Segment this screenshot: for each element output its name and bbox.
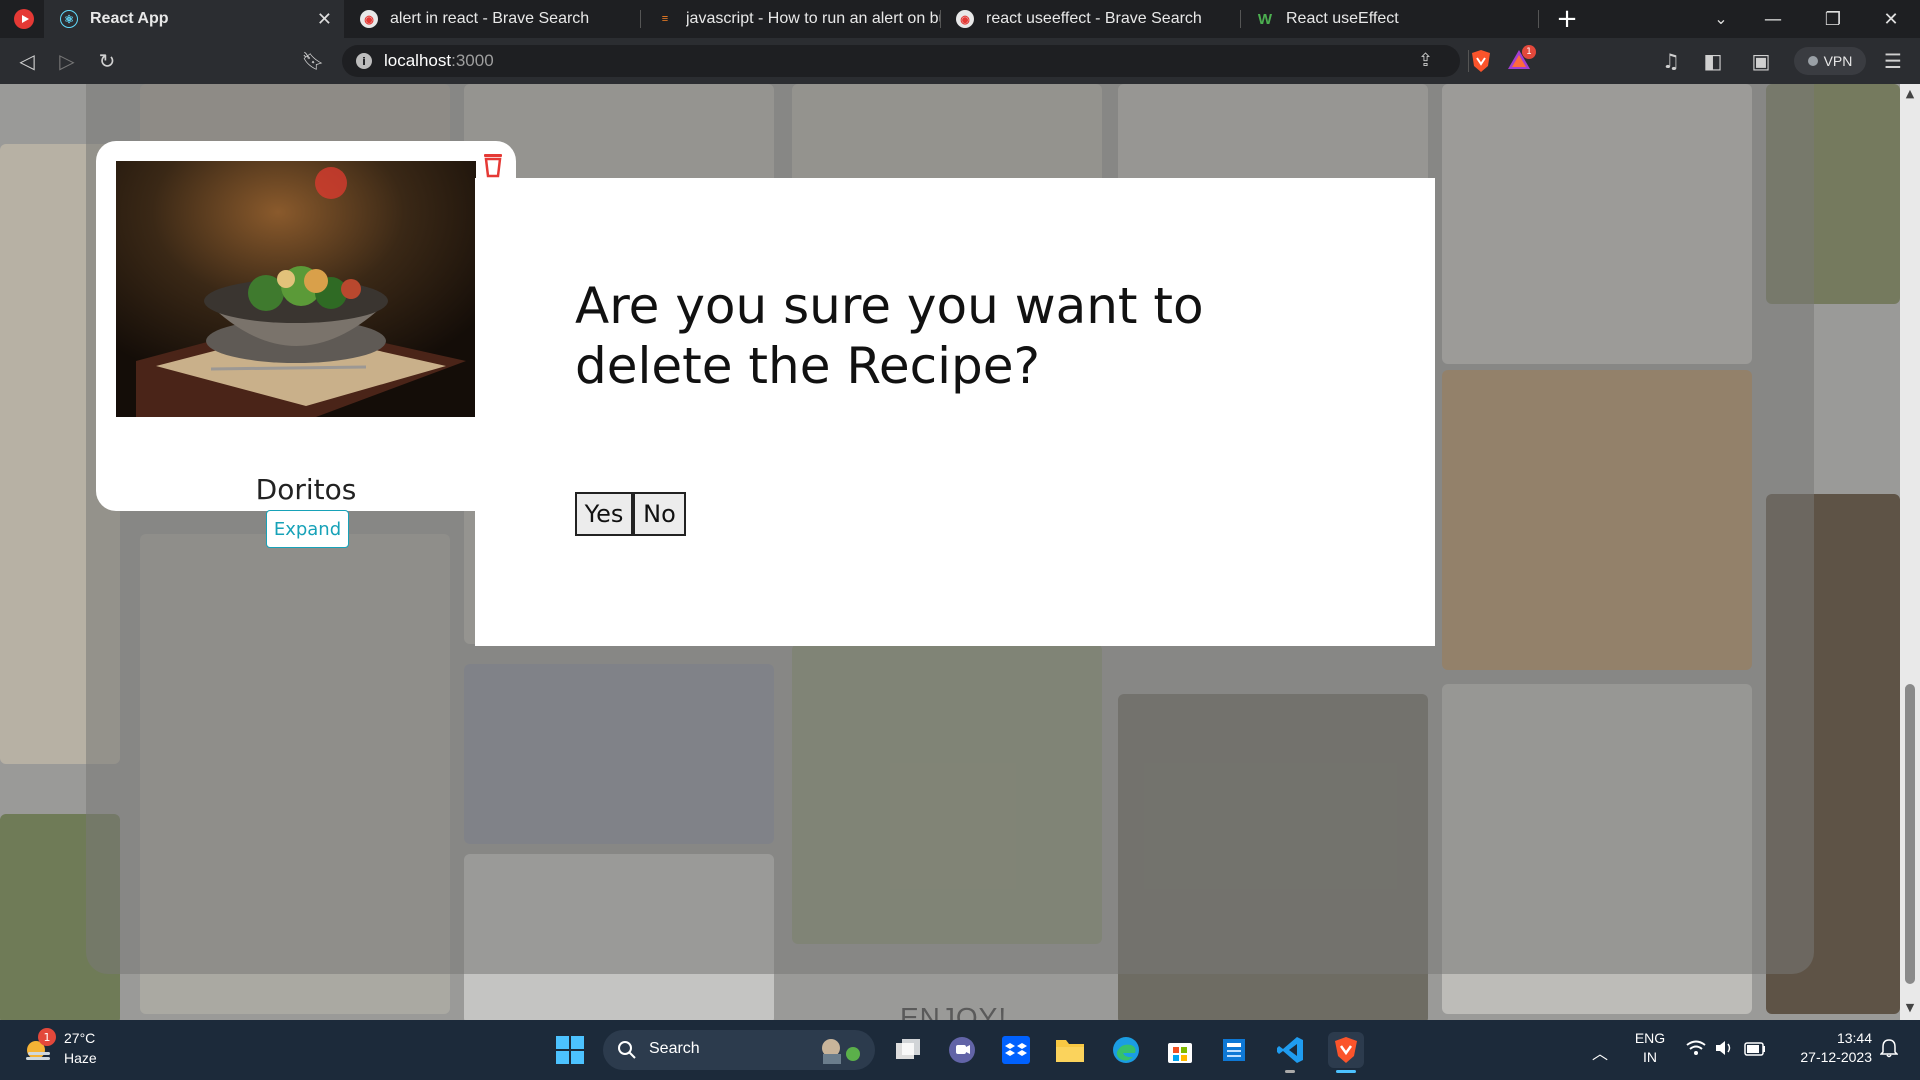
tab-w3schools[interactable]: W React useEffect <box>1240 0 1540 38</box>
new-tab-icon[interactable]: + <box>1552 4 1582 34</box>
search-label: Search <box>649 1040 700 1057</box>
microsoft-store-icon[interactable] <box>1162 1032 1198 1068</box>
language-indicator[interactable]: ENG IN <box>1628 1030 1672 1065</box>
windows-start-icon[interactable] <box>555 1035 585 1065</box>
tab-stackoverflow[interactable]: ≡ javascript - How to run an alert on bu… <box>640 0 940 38</box>
tab-title: javascript - How to run an alert on but <box>686 10 940 27</box>
tab-title: alert in react - Brave Search <box>390 10 590 27</box>
vscode-icon[interactable] <box>1272 1032 1308 1073</box>
recipe-card: Doritos Expand <box>96 141 516 548</box>
close-tab-icon[interactable]: ✕ <box>317 9 332 30</box>
page-scrollbar[interactable]: ▲ ▼ <box>1900 84 1920 1020</box>
file-explorer-icon[interactable] <box>1052 1032 1088 1068</box>
brave-search-icon: ◉ <box>956 10 974 28</box>
scroll-down-icon[interactable]: ▼ <box>1904 1002 1916 1014</box>
back-icon[interactable]: ◁ <box>12 46 42 76</box>
language-line1: ENG <box>1634 1030 1666 1046</box>
site-info-icon[interactable]: i <box>356 53 372 69</box>
vpn-status-icon <box>1807 56 1818 66</box>
brave-shield-icon[interactable] <box>1466 46 1496 76</box>
scroll-thumb[interactable] <box>1905 684 1915 984</box>
footer-text: ENJOY! <box>900 1002 1008 1020</box>
address-bar[interactable]: i localhost:3000 ⇪ <box>342 45 1460 77</box>
clock-time: 13:44 <box>1836 1030 1872 1046</box>
tab-title: React App <box>90 10 169 27</box>
url-text[interactable]: localhost:3000 <box>384 51 494 71</box>
teams-chat-icon[interactable] <box>944 1032 980 1068</box>
weather-badge: 1 <box>38 1028 56 1046</box>
clock-date: 27-12-2023 <box>1800 1049 1872 1065</box>
search-icon <box>618 1041 636 1059</box>
page-viewport: ENJOY! Doritos Expand Are you sure you w… <box>0 84 1900 1020</box>
restore-icon[interactable]: ❐ <box>1804 0 1862 38</box>
tab-react-app[interactable]: ⚛ React App ✕ <box>44 0 344 38</box>
tab-alert-search[interactable]: ◉ alert in react - Brave Search <box>344 0 640 38</box>
stackoverflow-icon: ≡ <box>661 13 669 25</box>
weather-temperature[interactable]: 27°C <box>64 1030 95 1046</box>
wifi-icon[interactable] <box>1686 1040 1706 1060</box>
sidebar-icon[interactable]: ◧ <box>1698 46 1728 76</box>
rewards-badge: 1 <box>1522 45 1536 59</box>
menu-icon[interactable]: ☰ <box>1878 46 1908 76</box>
dropbox-icon[interactable] <box>998 1032 1034 1068</box>
clock[interactable]: 13:44 27-12-2023 <box>1778 1030 1872 1065</box>
brave-search-icon: ◉ <box>360 10 378 28</box>
task-view-icon[interactable] <box>890 1032 926 1068</box>
news-app-icon[interactable] <box>1216 1032 1252 1068</box>
modal-question: Are you sure you want to delete the Reci… <box>575 277 1204 395</box>
taskbar-search[interactable]: Search <box>603 1030 875 1070</box>
scroll-up-icon[interactable]: ▲ <box>1904 88 1916 100</box>
volume-icon[interactable] <box>1714 1040 1734 1060</box>
edge-icon[interactable] <box>1108 1032 1144 1068</box>
wallet-icon[interactable]: ▣ <box>1746 46 1776 76</box>
close-window-icon[interactable]: ✕ <box>1862 0 1920 38</box>
notification-bell-icon[interactable] <box>1879 1038 1899 1062</box>
vpn-button[interactable]: VPN <box>1794 47 1866 75</box>
rewards-icon[interactable]: 1 <box>1506 45 1536 77</box>
tab-title: react useeffect - Brave Search <box>986 10 1202 27</box>
tab-useeffect-search[interactable]: ◉ react useeffect - Brave Search <box>940 0 1240 38</box>
bookmark-icon[interactable]: 🔖︎ <box>298 46 328 76</box>
trash-icon[interactable] <box>481 151 505 179</box>
brave-taskbar-icon[interactable] <box>1328 1032 1364 1073</box>
running-indicator <box>1285 1070 1295 1073</box>
tab-separator <box>1538 10 1539 28</box>
language-line2: IN <box>1643 1049 1657 1065</box>
tab-title: React useEffect <box>1286 10 1399 27</box>
media-icon[interactable]: ♫ <box>1656 46 1686 76</box>
yes-button[interactable]: Yes <box>575 492 633 536</box>
tab-search-chevron-icon[interactable]: ⌄ <box>1706 4 1736 34</box>
vpn-label: VPN <box>1823 53 1853 69</box>
reload-icon[interactable]: ↻ <box>92 46 122 76</box>
delete-confirm-modal: Are you sure you want to delete the Reci… <box>475 178 1435 646</box>
react-icon: ⚛ <box>60 10 78 28</box>
no-button[interactable]: No <box>633 492 686 536</box>
brave-app-icon <box>14 9 34 29</box>
battery-icon[interactable] <box>1744 1041 1766 1060</box>
recipe-name: Doritos <box>255 473 357 506</box>
weather-condition[interactable]: Haze <box>64 1050 97 1066</box>
w3schools-icon: W <box>1257 10 1273 28</box>
recipe-image <box>116 161 476 417</box>
search-highlight-icon <box>815 1036 865 1064</box>
tray-chevron-icon[interactable]: ︿ <box>1592 1040 1608 1064</box>
expand-button[interactable]: Expand <box>266 510 349 548</box>
forward-icon[interactable]: ▷ <box>52 46 82 76</box>
active-indicator <box>1336 1070 1356 1073</box>
tab-bar: ⚛ React App ✕ ◉ alert in react - Brave S… <box>0 0 1920 38</box>
share-icon[interactable]: ⇪ <box>1418 50 1433 71</box>
minimize-icon[interactable]: — <box>1744 0 1802 38</box>
